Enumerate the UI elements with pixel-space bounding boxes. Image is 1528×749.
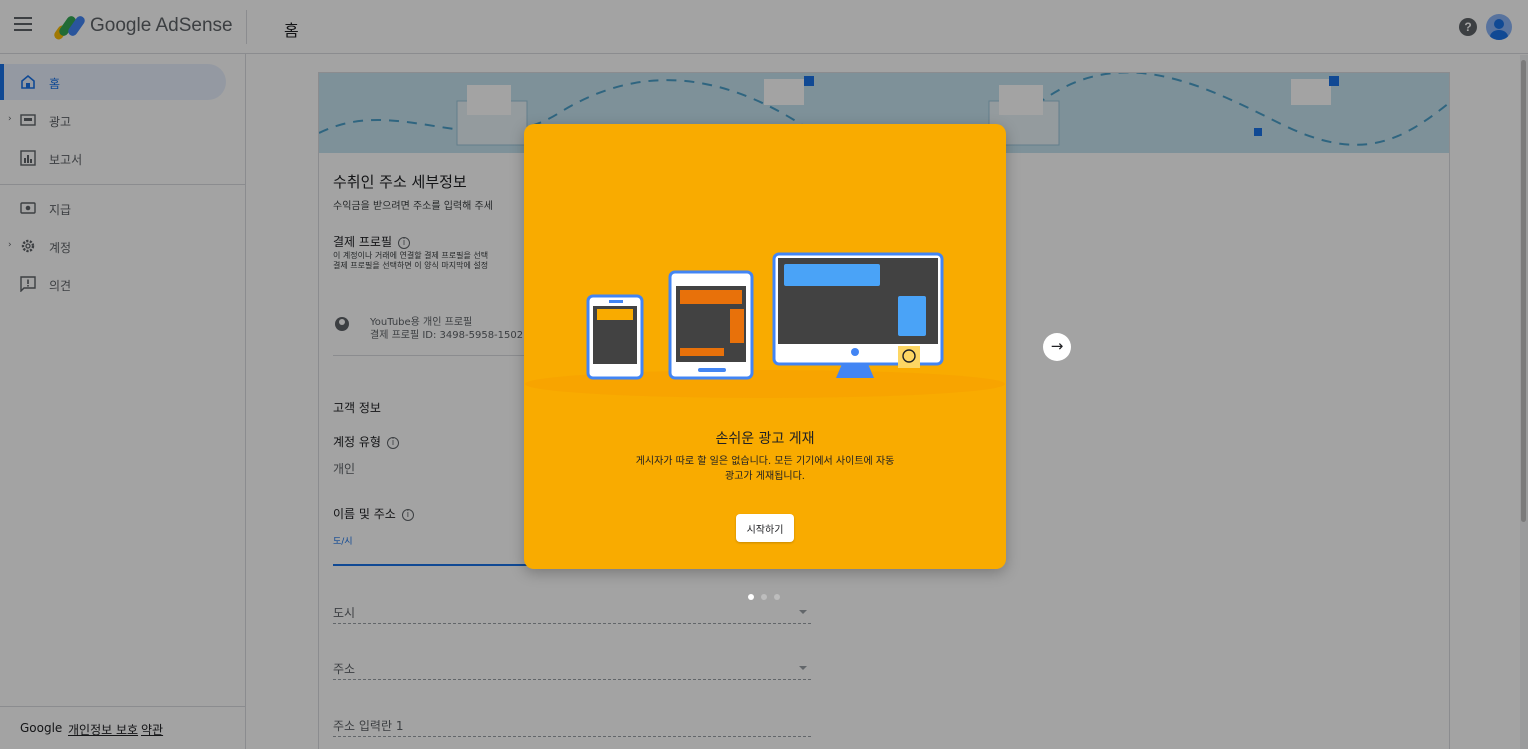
pagination-dot[interactable] <box>774 594 780 600</box>
devices-illustration <box>525 252 1005 398</box>
pagination-dot[interactable] <box>761 594 767 600</box>
pagination-dots <box>748 594 784 602</box>
arrow-right-icon[interactable]: → <box>1043 333 1071 361</box>
dialog-description-line: 광고가 게재됩니다. <box>725 471 805 482</box>
dialog-description-line: 게시자가 따로 할 일은 없습니다. 모든 기기에서 사이트에 자동 <box>635 456 895 467</box>
pagination-dot[interactable] <box>748 594 754 600</box>
onboarding-dialog: 손쉬운 광고 게재 게시자가 따로 할 일은 없습니다. 모든 기기에서 사이트… <box>524 124 1006 569</box>
dialog-title: 손쉬운 광고 게재 <box>715 431 815 447</box>
start-button[interactable]: 시작하기 <box>736 514 794 542</box>
dialog-description: 게시자가 따로 할 일은 없습니다. 모든 기기에서 사이트에 자동 광고가 게… <box>604 454 926 484</box>
